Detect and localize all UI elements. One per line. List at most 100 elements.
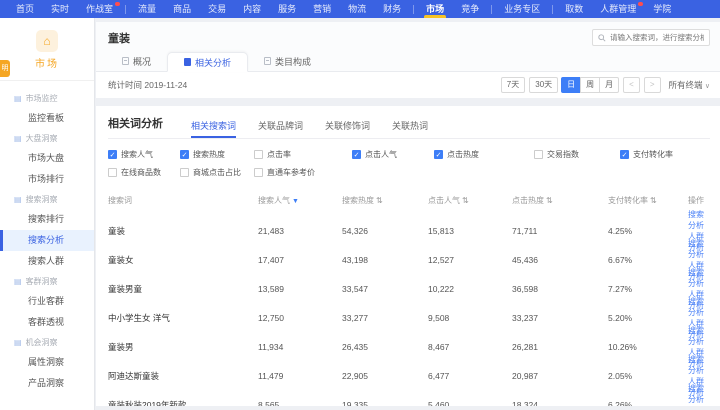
nav-item-营销[interactable]: 营销	[307, 0, 337, 18]
nav-item-交易[interactable]: 交易	[202, 0, 232, 18]
sidebar-item-属性洞察[interactable]: 属性洞察	[0, 352, 94, 373]
nav-item-取数[interactable]: 取数	[559, 0, 589, 18]
column-header-搜索人气[interactable]: 搜索人气▼	[258, 195, 342, 206]
sidebar-item-搜索排行[interactable]: 搜索排行	[0, 209, 94, 230]
terminal-filter[interactable]: 所有终端 ∨	[669, 79, 711, 91]
metric-checkbox-搜索热度[interactable]: ✓搜索热度	[180, 149, 254, 160]
metric-cell: 9,508	[428, 313, 512, 323]
metric-checkbox-直通车参考价[interactable]: 直通车参考价	[254, 167, 352, 178]
tab-类目构成[interactable]: 类目构成	[248, 51, 327, 71]
tab-相关分析[interactable]: 相关分析	[167, 52, 248, 72]
column-header-支付转化率[interactable]: 支付转化率⇅	[608, 195, 688, 206]
range-button-30天[interactable]: 30天	[529, 77, 558, 93]
nav-item-人群管理[interactable]: 人群管理	[594, 0, 642, 18]
sidebar-section-label: 机会洞察	[26, 337, 58, 348]
panel-header: 相关词分析 相关搜索词关联品牌词关联修饰词关联热词	[108, 115, 710, 139]
nav-divider	[491, 5, 492, 14]
checkbox-label: 搜索热度	[193, 149, 225, 160]
main-content: 童装 概况相关分析类目构成 统计时间 2019-11-24 7天30天日周月<>…	[96, 18, 720, 410]
sidebar-item-产品洞察[interactable]: 产品洞察	[0, 373, 94, 394]
metric-checkbox-点击人气[interactable]: ✓点击人气	[352, 149, 434, 160]
sidebar-section-label: 大盘洞察	[26, 133, 58, 144]
stat-time-label: 统计时间 2019-11-24	[108, 79, 187, 91]
metric-checkbox-商城点击占比[interactable]: 商城点击占比	[180, 167, 254, 178]
metric-cell: 2.05%	[608, 371, 688, 381]
keyword-cell: 阿迪达斯童装	[108, 370, 258, 382]
nav-item-作战室[interactable]: 作战室	[80, 0, 119, 18]
sidebar-item-搜索分析[interactable]: 搜索分析	[0, 230, 94, 251]
nav-item-服务[interactable]: 服务	[272, 0, 302, 18]
metric-cell: 11,479	[258, 371, 342, 381]
search-input[interactable]	[610, 33, 704, 42]
doc-icon	[264, 57, 271, 65]
action-link-搜索分析[interactable]: 搜索分析	[688, 296, 710, 318]
metric-checkbox-搜索人气[interactable]: ✓搜索人气	[108, 149, 180, 160]
keyword-header-card: 童装 概况相关分析类目构成	[96, 22, 720, 72]
metric-checkbox-支付转化率[interactable]: ✓支付转化率	[620, 149, 710, 160]
metric-checkbox-点击率[interactable]: 点击率	[254, 149, 352, 160]
sort-desc-icon[interactable]: ▼	[292, 198, 299, 205]
nav-item-首页[interactable]: 首页	[10, 0, 40, 18]
sidebar-item-搜索人群[interactable]: 搜索人群	[0, 251, 94, 272]
granularity-日[interactable]: 日	[561, 77, 581, 93]
nav-item-竞争[interactable]: 竞争	[455, 0, 485, 18]
checked-checkbox-icon: ✓	[620, 150, 629, 159]
sort-icon[interactable]: ⇅	[462, 196, 469, 205]
side-collapse-tag[interactable]: 明	[0, 60, 10, 77]
column-header-点击人气[interactable]: 点击人气⇅	[428, 195, 512, 206]
tab-概况[interactable]: 概况	[106, 51, 167, 71]
sidebar-item-监控看板[interactable]: 监控看板	[0, 108, 94, 129]
nav-item-财务[interactable]: 财务	[377, 0, 407, 18]
sort-icon[interactable]: ⇅	[650, 196, 657, 205]
sidebar-item-客群透视[interactable]: 客群透视	[0, 312, 94, 333]
action-link-搜索分析[interactable]: 搜索分析	[688, 238, 710, 260]
sidebar-section-搜索洞察: ▤搜索洞察	[0, 190, 94, 209]
nav-item-实时[interactable]: 实时	[45, 0, 75, 18]
column-header-搜索词: 搜索词	[108, 195, 258, 206]
analysis-tab-strip: 概况 相关分析 类目构成	[96, 50, 720, 71]
tab-label: 相关分析	[195, 56, 231, 69]
metric-cell: 13,589	[258, 284, 342, 294]
metric-cell: 19,335	[342, 400, 428, 406]
action-link-搜索分析[interactable]: 搜索分析	[688, 354, 710, 376]
column-label: 搜索词	[108, 196, 132, 205]
action-link-搜索分析[interactable]: 搜索分析	[688, 383, 710, 405]
sidebar-item-市场排行[interactable]: 市场排行	[0, 169, 94, 190]
column-header-点击热度[interactable]: 点击热度⇅	[512, 195, 608, 206]
metric-cell: 5.20%	[608, 313, 688, 323]
nav-item-业务专区[interactable]: 业务专区	[498, 0, 546, 18]
action-link-搜索分析[interactable]: 搜索分析	[688, 325, 710, 347]
sort-icon[interactable]: ⇅	[546, 196, 553, 205]
nav-item-内容[interactable]: 内容	[237, 0, 267, 18]
metric-cell: 22,905	[342, 371, 428, 381]
nav-item-学院[interactable]: 学院	[647, 0, 677, 18]
granularity-周[interactable]: 周	[580, 77, 600, 93]
action-link-搜索分析[interactable]: 搜索分析	[688, 209, 710, 231]
nav-item-物流[interactable]: 物流	[342, 0, 372, 18]
panel-tab-关联热词[interactable]: 关联热词	[392, 119, 428, 139]
metric-checkbox-在线商品数[interactable]: 在线商品数	[108, 167, 180, 178]
stats-toolbar: 统计时间 2019-11-24 7天30天日周月<> 所有终端 ∨	[96, 72, 720, 98]
next-date-button[interactable]: >	[644, 77, 661, 93]
nav-divider	[413, 5, 414, 14]
keyword-search-box[interactable]	[592, 29, 710, 46]
nav-item-流量[interactable]: 流量	[132, 0, 162, 18]
nav-item-市场[interactable]: 市场	[420, 0, 450, 18]
action-link-人群分析[interactable]: 人群分析	[688, 405, 710, 406]
checkbox-label: 点击热度	[447, 149, 479, 160]
panel-tab-相关搜索词[interactable]: 相关搜索词	[191, 119, 236, 139]
range-button-7天[interactable]: 7天	[501, 77, 525, 93]
granularity-月[interactable]: 月	[599, 77, 619, 93]
action-link-搜索分析[interactable]: 搜索分析	[688, 267, 710, 289]
sidebar-item-行业客群[interactable]: 行业客群	[0, 291, 94, 312]
sort-icon[interactable]: ⇅	[376, 196, 383, 205]
keyword-cell: 童装男	[108, 341, 258, 353]
panel-tab-关联品牌词[interactable]: 关联品牌词	[258, 119, 303, 139]
sidebar-item-市场大盘[interactable]: 市场大盘	[0, 148, 94, 169]
metric-checkbox-交易指数[interactable]: 交易指数	[534, 149, 620, 160]
metric-checkbox-点击热度[interactable]: ✓点击热度	[434, 149, 534, 160]
column-header-搜索热度[interactable]: 搜索热度⇅	[342, 195, 428, 206]
nav-item-商品[interactable]: 商品	[167, 0, 197, 18]
panel-tab-关联修饰词[interactable]: 关联修饰词	[325, 119, 370, 139]
prev-date-button[interactable]: <	[623, 77, 640, 93]
